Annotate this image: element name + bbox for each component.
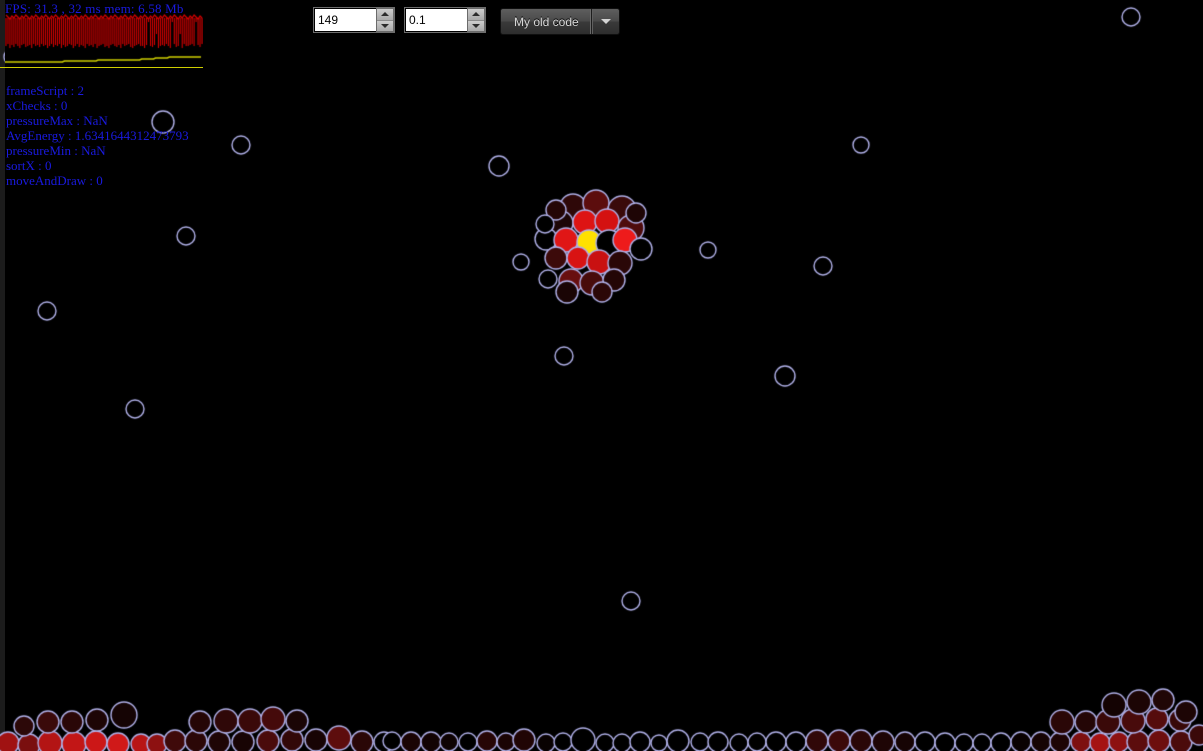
- timestep-input[interactable]: [405, 8, 467, 32]
- particle-count-spinner[interactable]: [314, 8, 394, 32]
- timestep-spinner[interactable]: [405, 8, 485, 32]
- particle-count-input[interactable]: [314, 8, 376, 32]
- timestep-spinner-buttons[interactable]: [467, 8, 485, 32]
- mode-select-dropdown[interactable]: My old code: [500, 8, 620, 35]
- stat-row-sortx: sortX : 0: [6, 158, 52, 173]
- particle-count-decrement-button[interactable]: [377, 20, 393, 31]
- timestep-increment-button[interactable]: [468, 9, 484, 21]
- fps-panel-underline: [0, 67, 203, 68]
- particle-count-spinner-buttons[interactable]: [376, 8, 394, 32]
- stat-row-pressuremax: pressureMax : NaN: [6, 113, 108, 128]
- chevron-up-icon: [472, 12, 480, 17]
- stat-row-framescript: frameScript : 2: [6, 83, 84, 98]
- control-bar: My old code: [314, 8, 620, 35]
- chevron-up-icon: [381, 12, 389, 17]
- fps-readout-label: FPS: 31.3 , 32 ms mem: 6.58 Mb: [5, 1, 184, 16]
- simulation-stage: FPS: 31.3 , 32 ms mem: 6.58 Mb frameScri…: [0, 0, 1203, 751]
- mode-select-label: My old code: [501, 9, 592, 34]
- stat-row-xchecks: xChecks : 0: [6, 98, 68, 113]
- stat-row-pressuremin: pressureMin : NaN: [6, 143, 106, 158]
- stat-row-moveanddraw: moveAndDraw : 0: [6, 173, 103, 188]
- particle-count-increment-button[interactable]: [377, 9, 393, 21]
- mode-select-arrow-button[interactable]: [591, 9, 619, 34]
- chevron-down-icon: [600, 19, 611, 24]
- chevron-down-icon: [472, 23, 480, 28]
- stat-row-avgenergy: AvgEnergy : 1.6341644312473793: [6, 128, 189, 143]
- timestep-decrement-button[interactable]: [468, 20, 484, 31]
- debug-stats-panel: frameScript : 2 xChecks : 0 pressureMax …: [6, 83, 189, 188]
- chevron-down-icon: [381, 23, 389, 28]
